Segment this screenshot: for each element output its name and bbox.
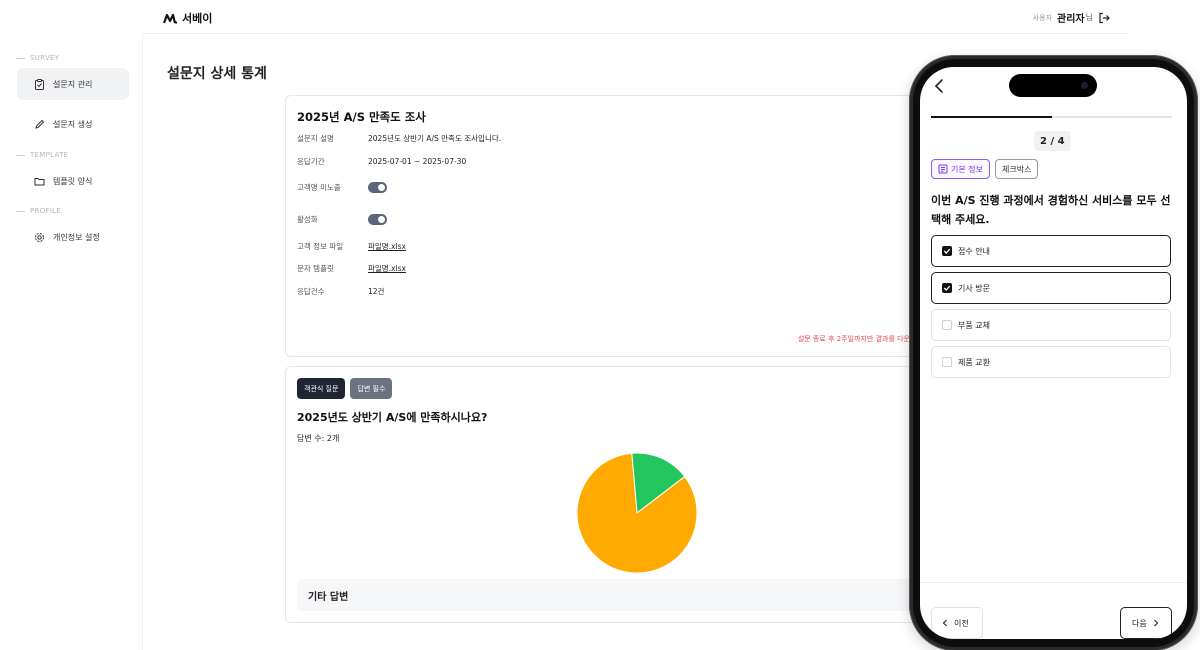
info-label: 응답건수 — [297, 287, 325, 296]
info-row-hide-name: 고객명 미노출 — [297, 182, 387, 193]
footer-divider — [920, 582, 1187, 583]
info-label: 응답기간 — [297, 157, 325, 166]
info-label: 문자 템플릿 — [297, 264, 334, 273]
sidebar-item-label: 개인정보 설정 — [53, 232, 100, 242]
sidebar-item-survey-manage[interactable]: 설문지 관리 — [17, 68, 129, 100]
option-item[interactable]: 부품 교체 — [931, 309, 1171, 341]
survey-title: 2025년 A/S 만족도 조사 — [297, 110, 426, 124]
top-bar: 서베이 사용자 관리자 님 — [143, 0, 1128, 34]
logo-icon — [163, 13, 177, 24]
required-badge: 답변 필수 — [350, 378, 393, 399]
info-value: 2025년도 상반기 A/S 만족도 조사입니다. — [368, 134, 502, 143]
user-suffix: 님 — [1085, 13, 1093, 22]
active-toggle[interactable] — [368, 214, 387, 225]
sidebar-item-survey-create[interactable]: 설문지 생성 — [17, 108, 129, 140]
hide-name-toggle[interactable] — [368, 182, 387, 193]
dynamic-island — [1009, 74, 1097, 97]
phone-mockup: 2 / 4 기본 정보 체크박스 이번 A/S 진행 과정에서 경험하신 서비스… — [909, 55, 1198, 650]
info-row-active: 활성화 — [297, 214, 387, 225]
answer-count: 답변 수: 2개 — [297, 434, 340, 443]
sidebar-item-label: 설문지 관리 — [53, 79, 93, 89]
chevron-left-icon — [942, 619, 947, 627]
checkbox-empty-icon — [942, 320, 952, 330]
option-label: 부품 교체 — [958, 320, 990, 330]
sidebar-item-privacy[interactable]: 개인정보 설정 — [17, 221, 129, 253]
sidebar: SURVEY 설문지 관리 설문지 생성 TEMPLATE 템플릿 양식 PRO… — [0, 34, 143, 650]
clipboard-icon — [35, 78, 44, 90]
sidebar-item-label: 템플릿 양식 — [53, 176, 93, 186]
option-label: 제품 교환 — [958, 357, 990, 367]
sms-template-link[interactable]: 파일명.xlsx — [368, 263, 406, 274]
sidebar-item-template[interactable]: 템플릿 양식 — [17, 165, 129, 197]
progress-fill — [931, 116, 1052, 118]
logout-icon[interactable] — [1098, 12, 1110, 24]
prev-button[interactable]: 이전 — [931, 607, 983, 639]
pencil-icon — [35, 119, 45, 129]
info-label: 고객 정보 파일 — [297, 242, 344, 251]
option-item[interactable]: 기사 방문 — [931, 272, 1171, 304]
question-stats-card: 객관식 질문 답변 필수 2025년도 상반기 A/S에 만족하시나요? 답변 … — [285, 366, 925, 623]
info-row-customer-file: 고객 정보 파일 파일명.xlsx — [297, 241, 406, 252]
prev-label: 이전 — [954, 618, 969, 628]
logo[interactable]: 서베이 — [163, 10, 212, 26]
question-title: 2025년도 상반기 A/S에 만족하시나요? — [297, 411, 488, 424]
info-row-sms-template: 문자 템플릿 파일명.xlsx — [297, 263, 406, 274]
info-value: 2025-07-01 ~ 2025-07-30 — [368, 157, 467, 166]
survey-info-card: 2025년 A/S 만족도 조사 설문지 설명 2025년도 상반기 A/S 만… — [285, 95, 925, 357]
next-label: 다음 — [1132, 618, 1147, 628]
info-row-period: 응답기간 2025-07-01 ~ 2025-07-30 — [297, 156, 466, 167]
info-value: 12건 — [368, 287, 385, 296]
back-chevron-icon[interactable] — [932, 77, 946, 95]
sidebar-section-template: TEMPLATE — [16, 151, 68, 159]
question-type-badge: 객관식 질문 — [297, 378, 346, 399]
option-item[interactable]: 제품 교환 — [931, 346, 1171, 378]
option-label: 기사 방문 — [958, 283, 990, 293]
progress-bar — [931, 116, 1172, 118]
page-title: 설문지 상세 통계 — [167, 66, 267, 82]
other-answers-header[interactable]: 기타 답변 — [297, 579, 917, 611]
info-row-response-count: 응답건수 12건 — [297, 286, 384, 297]
pie-chart — [576, 452, 698, 574]
sidebar-section-survey: SURVEY — [16, 54, 59, 62]
other-answers-title: 기타 답변 — [308, 591, 349, 603]
sidebar-section-profile: PROFILE — [16, 207, 61, 215]
sidebar-item-label: 설문지 생성 — [53, 119, 93, 129]
info-label: 설문지 설명 — [297, 134, 334, 143]
option-item[interactable]: 접수 안내 — [931, 235, 1171, 267]
logo-text: 서베이 — [182, 12, 213, 25]
checkbox-checked-icon — [942, 283, 952, 293]
customer-file-link[interactable]: 파일명.xlsx — [368, 241, 406, 252]
gear-icon — [35, 232, 44, 242]
checkbox-checked-icon — [942, 246, 952, 256]
chevron-right-icon — [1153, 619, 1159, 627]
tag-basic-info: 기본 정보 — [931, 159, 990, 179]
folder-icon — [34, 177, 45, 185]
download-warning: 설문 종료 후 2주일까지만 결과를 다운 — [797, 335, 910, 343]
user-role: 사용자 — [1032, 13, 1053, 22]
user-menu: 사용자 관리자 님 — [1033, 10, 1110, 25]
document-icon — [938, 164, 948, 174]
option-label: 접수 안내 — [958, 246, 990, 256]
step-indicator: 2 / 4 — [1034, 131, 1071, 151]
user-name: 관리자 — [1057, 14, 1085, 25]
next-button[interactable]: 다음 — [1120, 607, 1172, 639]
info-label: 고객명 미노출 — [297, 183, 341, 192]
phone-question: 이번 A/S 진행 과정에서 경험하신 서비스를 모두 선택해 주세요. — [931, 194, 1171, 226]
info-row-description: 설문지 설명 2025년도 상반기 A/S 만족도 조사입니다. — [297, 133, 501, 144]
info-label: 활성화 — [297, 215, 318, 224]
checkbox-empty-icon — [942, 357, 952, 367]
phone-screen: 2 / 4 기본 정보 체크박스 이번 A/S 진행 과정에서 경험하신 서비스… — [920, 67, 1187, 639]
tag-checkbox: 체크박스 — [994, 159, 1039, 179]
